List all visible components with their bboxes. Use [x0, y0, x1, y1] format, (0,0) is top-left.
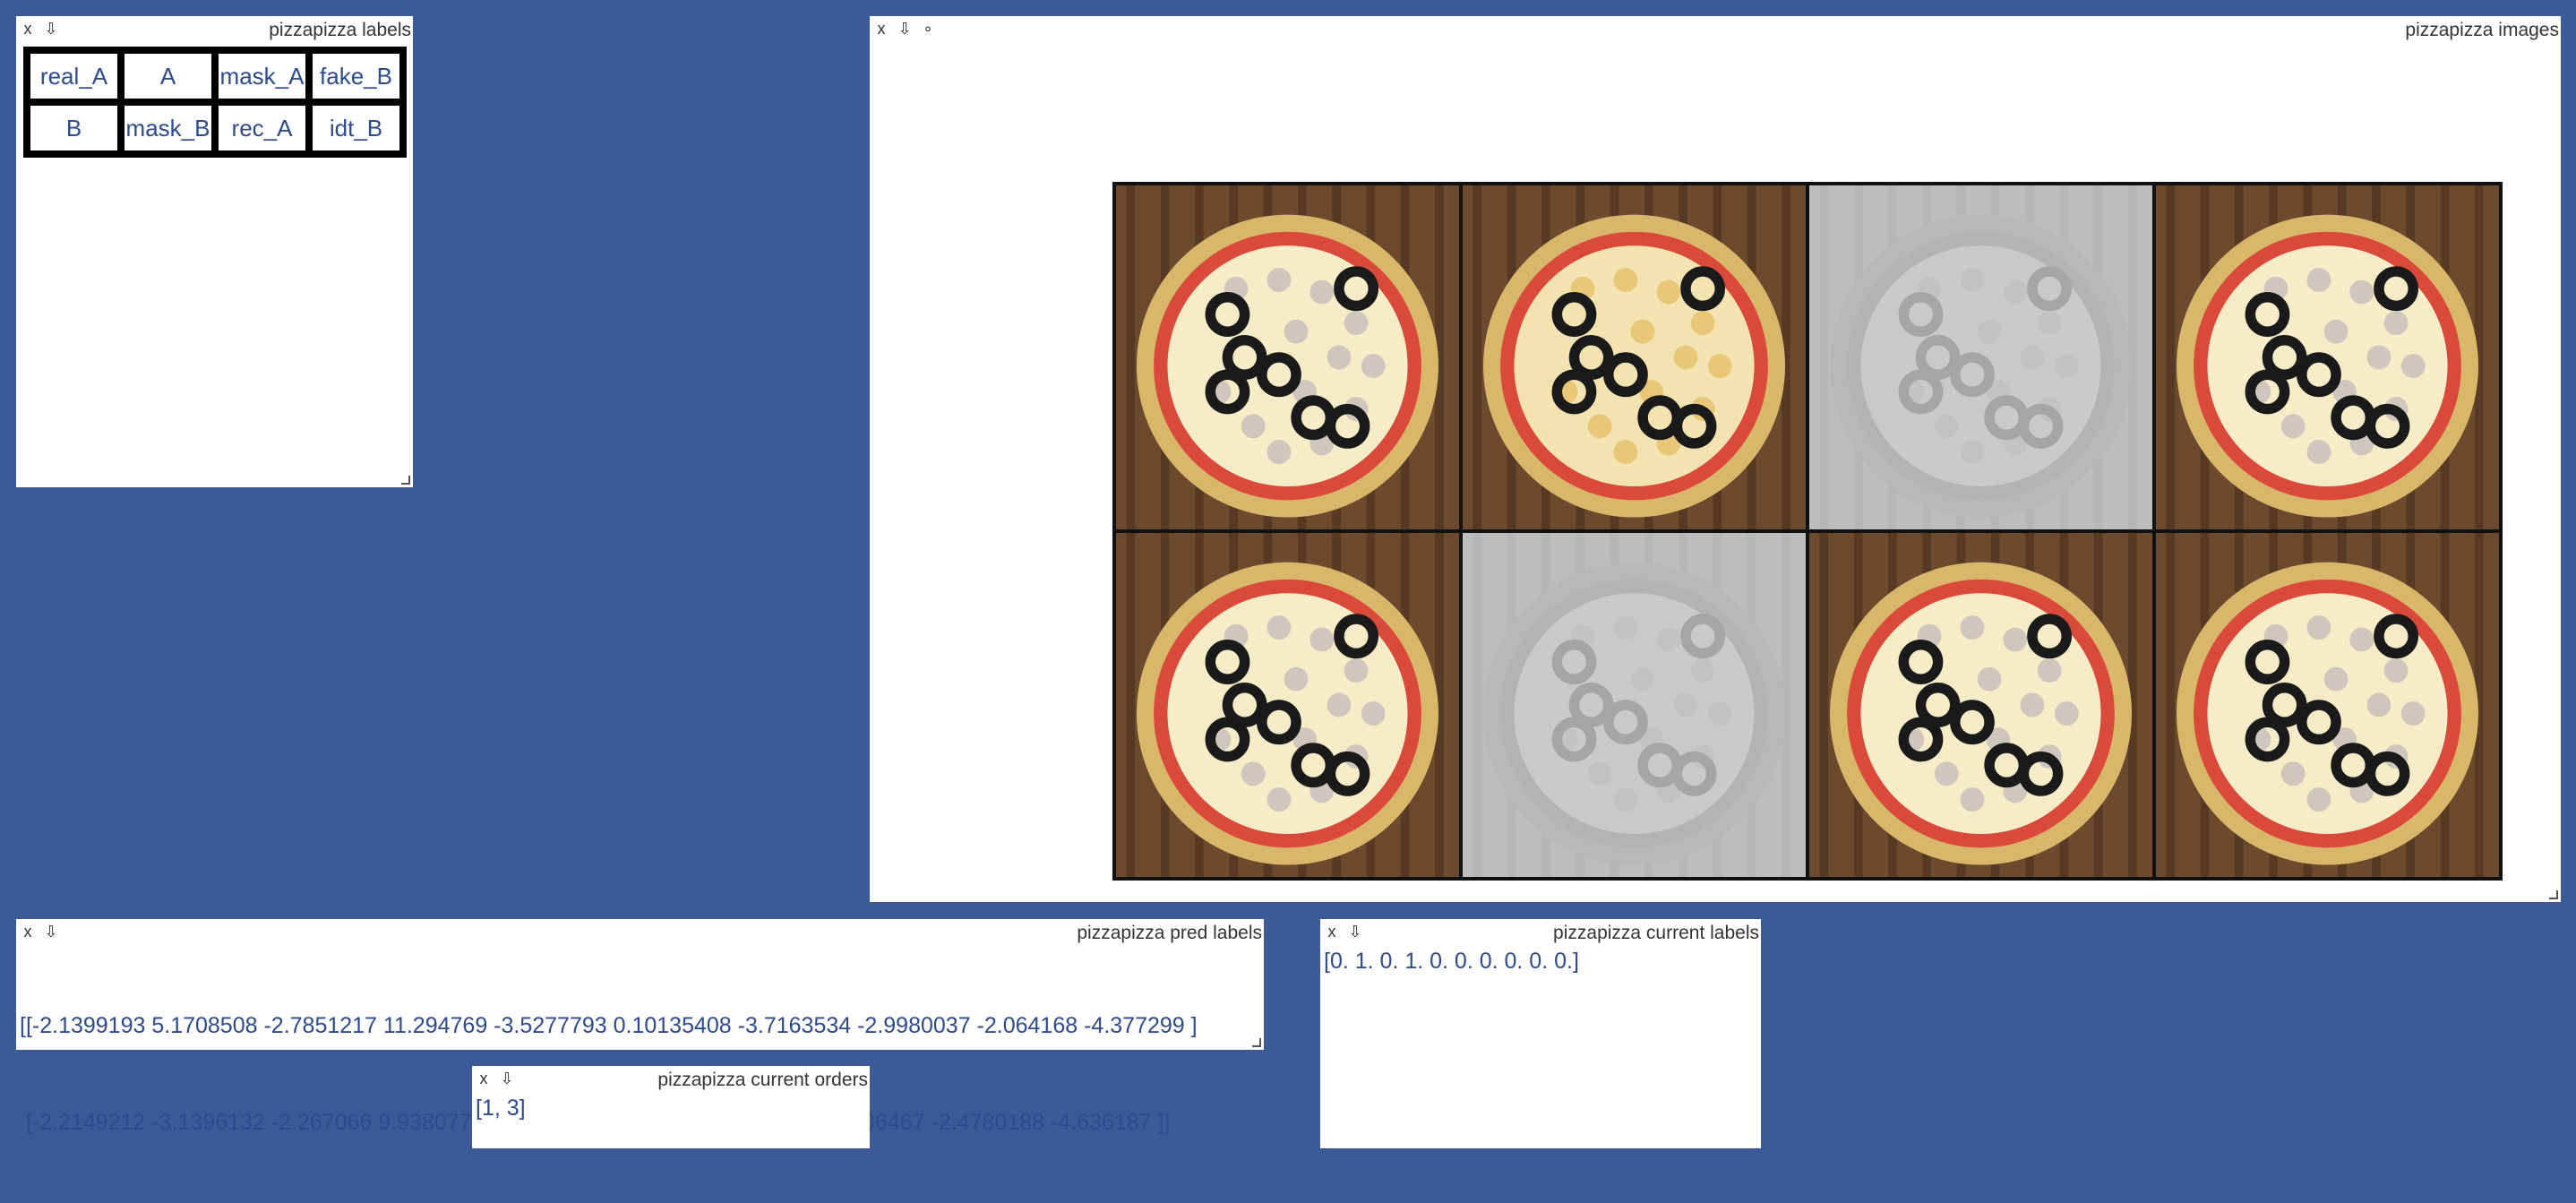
table-row: real_A A mask_A fake_B	[27, 50, 403, 102]
table-row: B mask_B rec_A idt_B	[27, 102, 403, 154]
pizza-image	[1463, 185, 1806, 529]
label-cell: A	[121, 50, 215, 102]
image-tile	[1463, 185, 1806, 529]
current-orders-pane: x ⇩ pizzapizza current orders [1, 3]	[472, 1066, 870, 1148]
current-orders-text: [1, 3]	[476, 1096, 526, 1121]
pizza-image	[1809, 185, 2152, 529]
label-cell: mask_A	[215, 50, 309, 102]
resize-handle[interactable]	[401, 476, 410, 485]
current-labels-text: [0. 1. 0. 1. 0. 0. 0. 0. 0. 0.]	[1324, 949, 1579, 974]
download-icon[interactable]: ⇩	[41, 922, 61, 941]
pred-line: [[-2.1399193 5.1708508 -2.7851217 11.294…	[20, 1013, 1198, 1038]
close-icon[interactable]: x	[1322, 922, 1342, 941]
close-icon[interactable]: x	[474, 1069, 494, 1088]
labels-table: real_A A mask_A fake_B B mask_B rec_A id…	[23, 47, 407, 158]
labels-pane-bar[interactable]: x ⇩ pizzapizza labels	[16, 16, 413, 41]
images-pane: x ⇩ ∘ pizzapizza images	[870, 16, 2561, 902]
labels-pane: x ⇩ pizzapizza labels real_A A mask_A fa…	[16, 16, 413, 487]
image-tile	[1463, 533, 1806, 877]
pane-title: pizzapizza pred labels	[1077, 923, 1262, 943]
image-tile	[1809, 185, 2152, 529]
label-cell: B	[27, 102, 121, 154]
pred-labels-pane: x ⇩ pizzapizza pred labels [[-2.1399193 …	[16, 919, 1264, 1135]
images-pane-bar[interactable]: x ⇩ ∘ pizzapizza images	[870, 16, 2561, 41]
pizza-image	[2156, 185, 2499, 529]
download-icon[interactable]: ⇩	[497, 1069, 517, 1088]
download-icon[interactable]: ⇩	[41, 19, 61, 39]
label-cell: real_A	[27, 50, 121, 102]
pane-title: pizzapizza images	[2405, 20, 2559, 40]
image-tile	[2156, 533, 2499, 877]
pane-title: pizzapizza current labels	[1553, 923, 1759, 943]
download-icon[interactable]: ⇩	[1345, 922, 1365, 941]
close-icon[interactable]: x	[18, 922, 38, 941]
pane-title: pizzapizza current orders	[657, 1070, 868, 1090]
current-labels-pane-bar[interactable]: x ⇩ pizzapizza current labels	[1320, 919, 1761, 944]
image-tile	[1116, 185, 1459, 529]
pizza-image	[1463, 533, 1806, 877]
resize-handle[interactable]	[1252, 1038, 1261, 1047]
close-icon[interactable]: x	[872, 19, 891, 39]
pane-title: pizzapizza labels	[269, 20, 411, 40]
image-tile	[2156, 185, 2499, 529]
label-cell: mask_B	[121, 102, 215, 154]
close-icon[interactable]: x	[18, 19, 38, 39]
resize-handle[interactable]	[2549, 890, 2558, 899]
download-icon[interactable]: ⇩	[895, 19, 914, 39]
current-orders-pane-bar[interactable]: x ⇩ pizzapizza current orders	[472, 1066, 870, 1091]
current-labels-pane: x ⇩ pizzapizza current labels [0. 1. 0. …	[1320, 919, 1761, 1148]
label-cell: fake_B	[309, 50, 403, 102]
label-cell: rec_A	[215, 102, 309, 154]
pizza-image	[2156, 533, 2499, 877]
pizza-image	[1116, 533, 1459, 877]
toggle-icon[interactable]: ∘	[918, 19, 938, 39]
image-tile	[1116, 533, 1459, 877]
pizza-image	[1809, 533, 2152, 877]
image-tile	[1809, 533, 2152, 877]
pizza-image	[1116, 185, 1459, 529]
image-grid	[1112, 182, 2503, 881]
label-cell: idt_B	[309, 102, 403, 154]
pred-labels-pane-bar[interactable]: x ⇩ pizzapizza pred labels	[16, 919, 1264, 944]
